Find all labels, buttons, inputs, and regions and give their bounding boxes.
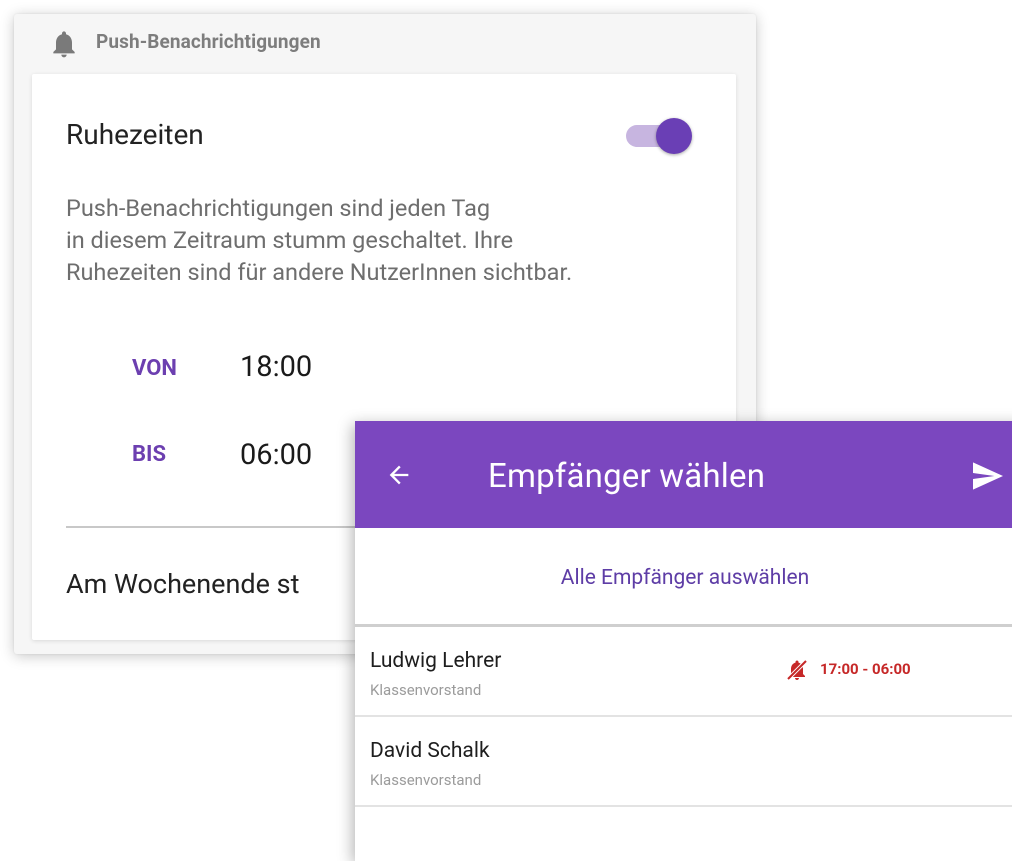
recipient-role: Klassenvorstand	[370, 771, 482, 789]
quiet-hours-title: Ruhezeiten	[66, 118, 204, 151]
weekend-setting-label[interactable]: Am Wochenende st	[66, 568, 299, 600]
recipient-name: David Schalk	[370, 739, 490, 763]
app-bar: Empfänger wählen	[355, 421, 1012, 528]
quiet-hours-time: 17:00 - 06:00	[820, 660, 911, 678]
arrow-left-icon[interactable]	[385, 461, 413, 489]
description-line: Push-Benachrichtigungen sind jeden Tag	[66, 194, 491, 222]
page-title: Empfänger wählen	[488, 457, 766, 496]
recipient-picker-panel: Empfänger wählen Alle Empfänger auswähle…	[355, 421, 1012, 861]
from-time-value[interactable]: 18:00	[240, 350, 312, 384]
muted-bell-icon	[786, 659, 808, 681]
description-line: in diesem Zeitraum stumm geschaltet. Ihr…	[66, 226, 514, 254]
to-label: BIS	[132, 442, 167, 467]
recipient-name: Ludwig Lehrer	[370, 649, 502, 673]
list-item[interactable]: David Schalk Klassenvorstand	[355, 717, 1012, 805]
toggle-thumb	[656, 118, 692, 154]
list-item[interactable]: Ludwig Lehrer Klassenvorstand 17:00 - 06…	[355, 627, 1012, 715]
send-icon[interactable]	[971, 461, 1005, 491]
section-title: Push-Benachrichtigungen	[96, 30, 321, 53]
recipient-role: Klassenvorstand	[370, 681, 482, 699]
bell-icon	[53, 31, 75, 58]
from-label: VON	[132, 356, 177, 381]
quiet-hours-description: Push-Benachrichtigungen sind jeden Tag i…	[66, 192, 706, 288]
section-header: Push-Benachrichtigungen	[14, 14, 756, 74]
quiet-hours-toggle[interactable]	[626, 116, 692, 156]
select-all-button[interactable]: Alle Empfänger auswählen	[355, 528, 1012, 626]
description-line: Ruhezeiten sind für andere NutzerInnen s…	[66, 258, 573, 286]
divider	[355, 805, 1012, 807]
to-time-value[interactable]: 06:00	[240, 438, 312, 472]
